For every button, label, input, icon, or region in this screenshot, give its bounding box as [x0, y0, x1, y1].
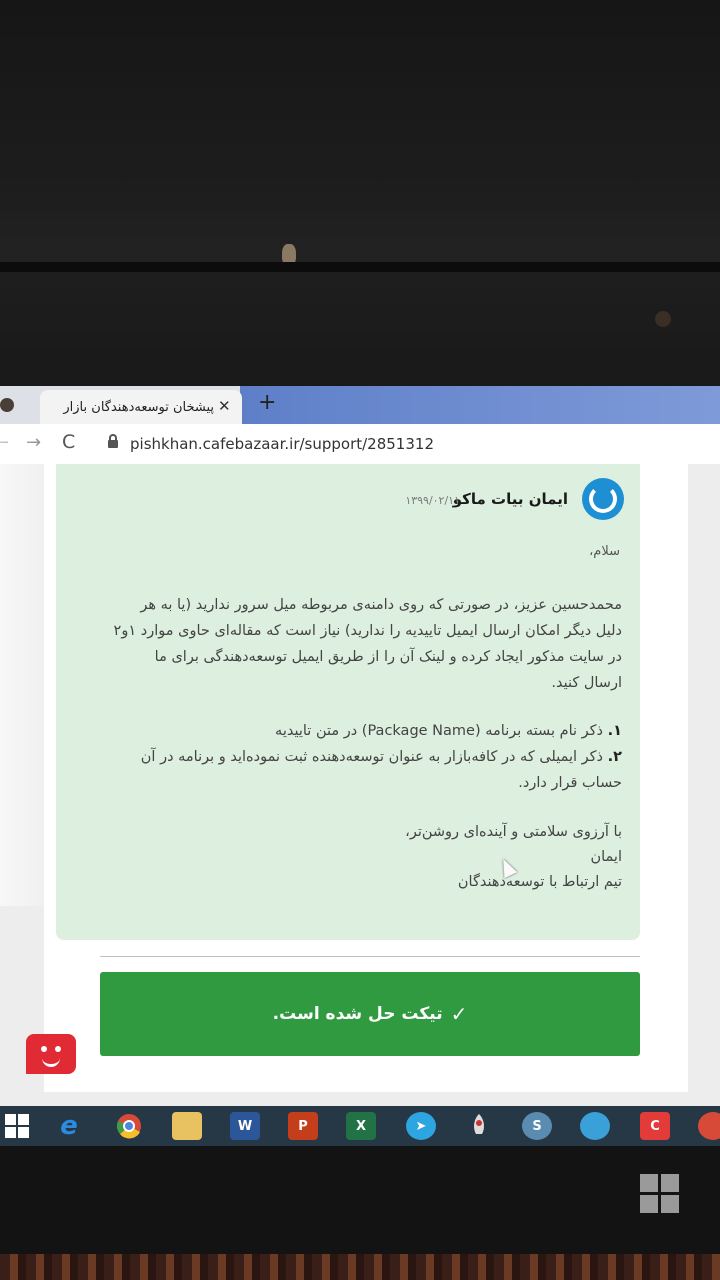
resolved-label: تیکت حل شده است. [272, 1004, 443, 1024]
greeting: سلام، [589, 544, 620, 559]
author-name: ایمان بیات ماکو [452, 490, 568, 508]
closing-line: ایمان [590, 849, 622, 865]
url-text[interactable]: pishkhan.cafebazaar.ir/support/2851312 [130, 435, 434, 453]
closing-line: با آرزوی سلامتی و آینده‌ای روشن‌تر، [405, 824, 622, 840]
browser-tab-bar: ✕ پیشخان توسعه‌دهندگان بازار + [0, 386, 720, 424]
address-bar: ← → C pishkhan.cafebazaar.ir/support/285… [0, 424, 720, 465]
internet-explorer-icon[interactable]: e [54, 1111, 84, 1141]
reply-message: ایمان بیات ماکو ۱۳۹۹/۰۲/۱۱ سلام، محمدحسی… [56, 464, 640, 940]
browser-app-icon[interactable] [580, 1112, 610, 1140]
monitor-screen: ✕ پیشخان توسعه‌دهندگان بازار + ← → C pis… [0, 386, 720, 1108]
powerpoint-icon[interactable]: P [288, 1112, 318, 1140]
message-paragraph: محمدحسین عزیز، در صورتی که روی دامنه‌ی م… [113, 597, 622, 691]
room-background [0, 0, 720, 270]
monitor-bezel-top [0, 272, 720, 387]
divider [100, 956, 640, 957]
webcam-dot [655, 311, 671, 327]
monitor-top-edge [0, 262, 720, 272]
word-icon[interactable]: W [230, 1112, 260, 1140]
browser-tab[interactable]: ✕ پیشخان توسعه‌دهندگان بازار [40, 390, 242, 424]
windows-logo-icon [640, 1174, 680, 1214]
windows-start-icon[interactable] [2, 1112, 32, 1140]
list-item: ۱. ذکر نام بسته برنامه (Package Name) در… [275, 723, 622, 739]
requirements-list: ۱. ذکر نام بسته برنامه (Package Name) در… [112, 718, 622, 796]
chat-smile-icon [42, 1056, 60, 1067]
store-app-icon[interactable]: S [522, 1112, 552, 1140]
desk-rug [0, 1254, 720, 1280]
chat-eye-icon [55, 1046, 61, 1052]
page-content: ایمان بیات ماکو ۱۳۹۹/۰۲/۱۱ سلام، محمدحسی… [0, 464, 720, 1108]
author-avatar [582, 478, 624, 520]
power-icon [589, 485, 617, 513]
chrome-2-icon[interactable] [698, 1112, 720, 1140]
list-item: ۲. ذکر ایمیلی که در کافه‌بازار به عنوان … [140, 749, 622, 791]
message-closing: با آرزوی سلامتی و آینده‌ای روشن‌تر، ایما… [112, 820, 622, 895]
support-chat-button[interactable] [26, 1034, 76, 1074]
message-date: ۱۳۹۹/۰۲/۱۱ [405, 494, 460, 507]
closing-line: تیم ارتباط با توسعه‌دهندگان [457, 874, 622, 890]
check-icon: ✓ [450, 1002, 468, 1026]
reload-icon[interactable]: C [62, 431, 75, 453]
chat-eye-icon [41, 1046, 47, 1052]
lock-icon[interactable] [108, 434, 118, 448]
windows-taskbar: e W P X ➤ S C [0, 1106, 720, 1146]
telegram-icon[interactable]: ➤ [406, 1112, 436, 1140]
chrome-icon[interactable] [114, 1112, 144, 1140]
ticket-resolved-banner: ✓ تیکت حل شده است. [100, 972, 640, 1056]
rocket-app-icon[interactable] [464, 1112, 494, 1140]
red-app-icon[interactable]: C [640, 1112, 670, 1140]
tab-close-icon[interactable]: ✕ [218, 397, 231, 415]
excel-icon[interactable]: X [346, 1112, 376, 1140]
profile-icon[interactable] [0, 398, 14, 412]
file-explorer-icon[interactable] [172, 1112, 202, 1140]
tab-bar-background [240, 386, 720, 424]
tab-title: پیشخان توسعه‌دهندگان بازار [63, 399, 214, 415]
screen-glare [0, 426, 60, 906]
new-tab-button[interactable]: + [258, 390, 276, 415]
